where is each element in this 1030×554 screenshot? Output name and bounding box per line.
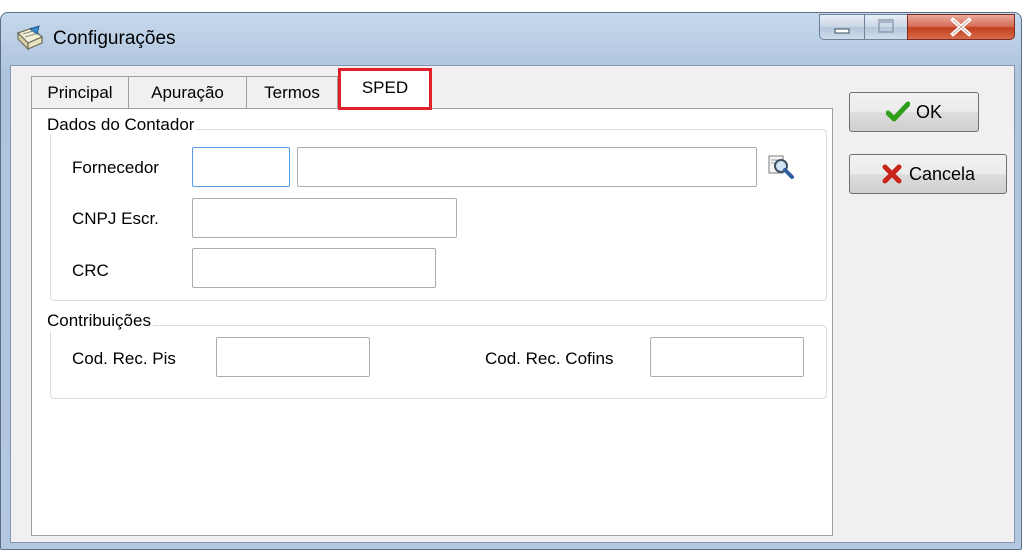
notepad-pencil-icon bbox=[16, 25, 44, 51]
tab-sped[interactable]: SPED bbox=[338, 68, 432, 110]
cnpj-escr-label: CNPJ Escr. bbox=[72, 209, 159, 228]
fornecedor-code-input[interactable] bbox=[192, 147, 290, 187]
contribuicoes-title: Contribuições bbox=[46, 311, 153, 331]
fornecedor-name-input[interactable] bbox=[297, 147, 757, 187]
dados-do-contador-title: Dados do Contador bbox=[46, 115, 197, 135]
dialog-client-area: Principal Apuração Termos SPED Dados do … bbox=[10, 65, 1015, 543]
configuracoes-window: Configurações Principal Apuração Termos … bbox=[0, 12, 1022, 550]
title-bar[interactable]: Configurações bbox=[1, 13, 1021, 65]
cod-rec-pis-label: Cod. Rec. Pis bbox=[72, 349, 176, 368]
minimize-button[interactable] bbox=[819, 14, 865, 40]
red-x-icon bbox=[882, 164, 902, 184]
cancela-button[interactable]: Cancela bbox=[849, 154, 1007, 194]
cancela-button-label: Cancela bbox=[908, 163, 976, 184]
cnpj-escr-input[interactable] bbox=[192, 198, 457, 238]
window-title: Configurações bbox=[53, 28, 176, 49]
maximize-icon bbox=[878, 19, 894, 33]
close-icon bbox=[950, 17, 972, 37]
maximize-button[interactable] bbox=[864, 14, 908, 40]
green-check-icon bbox=[885, 101, 910, 122]
magnifier-search-icon[interactable] bbox=[767, 153, 795, 181]
cod-rec-cofins-input[interactable] bbox=[650, 337, 804, 377]
sped-tab-panel: Dados do Contador Fornecedor CNPJ Escr. … bbox=[31, 108, 833, 536]
minimize-icon bbox=[834, 28, 850, 34]
cod-rec-pis-input[interactable] bbox=[216, 337, 370, 377]
crc-label: CRC bbox=[72, 261, 109, 280]
fornecedor-label: Fornecedor bbox=[72, 158, 159, 177]
ok-button[interactable]: OK bbox=[849, 92, 979, 132]
tab-principal[interactable]: Principal bbox=[31, 76, 129, 108]
tab-apuracao[interactable]: Apuração bbox=[128, 76, 247, 108]
cod-rec-cofins-label: Cod. Rec. Cofins bbox=[485, 349, 614, 368]
ok-button-label: OK bbox=[915, 101, 942, 122]
tab-termos[interactable]: Termos bbox=[246, 76, 338, 108]
crc-input[interactable] bbox=[192, 248, 436, 288]
close-button[interactable] bbox=[907, 14, 1015, 40]
